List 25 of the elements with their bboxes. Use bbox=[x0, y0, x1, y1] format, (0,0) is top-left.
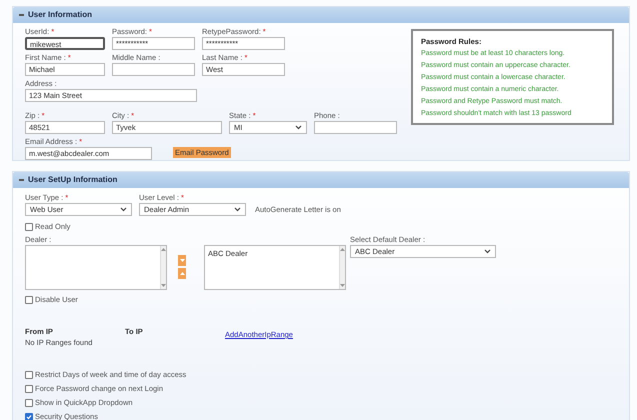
checkbox[interactable] bbox=[25, 398, 33, 406]
move-up-button[interactable] bbox=[178, 268, 186, 279]
scroll-down-icon[interactable] bbox=[340, 284, 345, 287]
arrow-up-icon bbox=[180, 272, 184, 275]
chevron-down-icon bbox=[234, 207, 241, 212]
scroll-up-icon[interactable] bbox=[340, 248, 345, 251]
input-field[interactable] bbox=[112, 63, 195, 76]
dealer-list[interactable] bbox=[25, 245, 167, 290]
checkbox[interactable] bbox=[25, 412, 33, 420]
chevron-down-icon bbox=[295, 125, 302, 130]
arrow-down-icon bbox=[180, 259, 184, 262]
checkbox[interactable] bbox=[25, 296, 33, 304]
scroll-up-icon[interactable] bbox=[161, 248, 166, 251]
input-field[interactable] bbox=[314, 121, 397, 134]
scroll-down-icon[interactable] bbox=[161, 284, 166, 287]
checkbox[interactable] bbox=[25, 223, 33, 231]
checkbox[interactable] bbox=[25, 384, 33, 392]
chevron-down-icon bbox=[120, 207, 127, 212]
checkbox[interactable] bbox=[25, 370, 33, 378]
move-down-button[interactable] bbox=[178, 255, 186, 266]
section-title: User SetUp Information bbox=[28, 174, 118, 186]
scrollbar[interactable] bbox=[339, 246, 345, 289]
section-title: User Information bbox=[28, 9, 92, 21]
chevron-down-icon bbox=[484, 249, 491, 254]
scrollbar[interactable] bbox=[160, 246, 166, 289]
